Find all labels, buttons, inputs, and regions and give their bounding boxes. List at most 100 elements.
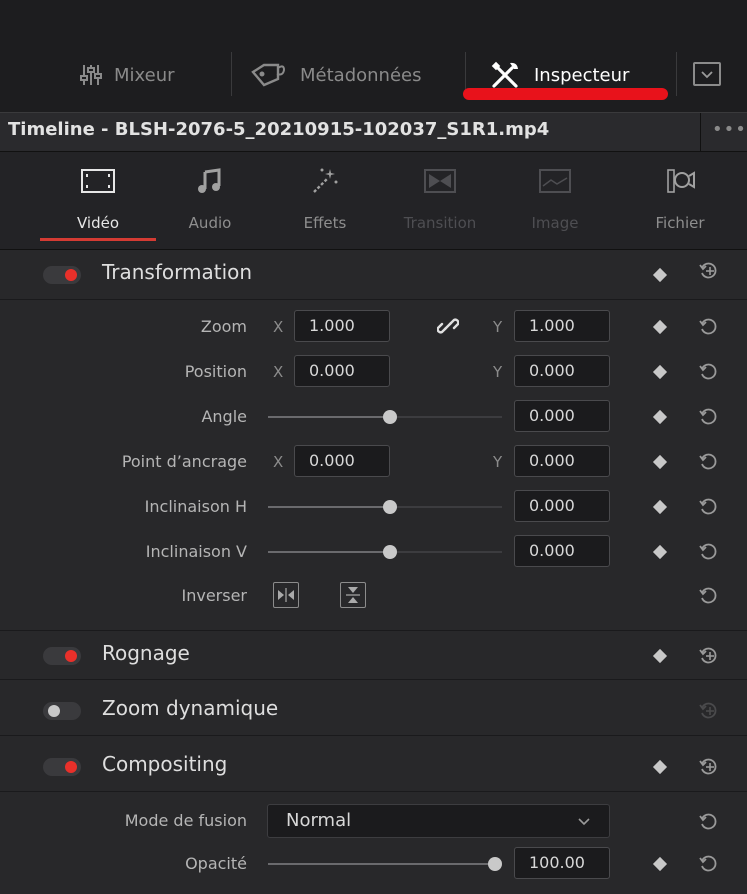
tab-separator: [231, 52, 232, 96]
timeline-title: Timeline - BLSH-2076-5_20210915-102037_S…: [8, 119, 550, 140]
reset-icon[interactable]: [698, 811, 718, 831]
keyframe-diamond-icon[interactable]: [652, 409, 668, 425]
music-note-icon: [197, 168, 223, 198]
subtab-video-label: Vidéo: [76, 214, 120, 232]
subtab-file[interactable]: Fichier: [630, 166, 730, 232]
reset-section-icon[interactable]: [698, 645, 718, 665]
transformation-toggle[interactable]: [43, 266, 81, 284]
anchor-y-field[interactable]: 0.000: [514, 445, 610, 477]
param-row-flip: Inverser: [0, 580, 747, 620]
slider-thumb[interactable]: [488, 857, 502, 871]
section-compositing-header[interactable]: Compositing: [0, 742, 747, 792]
dynamic-zoom-toggle[interactable]: [43, 702, 81, 720]
reset-icon[interactable]: [698, 451, 718, 471]
subtab-audio[interactable]: Audio: [160, 166, 260, 232]
subtab-effects-label: Effets: [303, 214, 347, 232]
param-label: Inclinaison V: [145, 542, 247, 561]
reset-icon[interactable]: [698, 406, 718, 426]
opacity-slider[interactable]: [268, 857, 502, 871]
tab-separator: [676, 52, 677, 96]
transition-icon: [424, 169, 456, 197]
slider-thumb[interactable]: [383, 500, 397, 514]
flip-vertical-button[interactable]: [340, 582, 366, 608]
position-y-field[interactable]: 0.000: [514, 355, 610, 387]
pitch-field[interactable]: 0.000: [514, 490, 610, 522]
param-label: Inverser: [181, 586, 247, 605]
axis-label-x: X: [273, 363, 284, 381]
subtab-transition-label: Transition: [403, 214, 477, 232]
reset-icon[interactable]: [698, 496, 718, 516]
cropping-toggle[interactable]: [43, 647, 81, 665]
param-row-angle: Angle 0.000: [0, 397, 747, 437]
param-label: Inclinaison H: [144, 497, 247, 516]
image-icon: [539, 169, 571, 197]
param-row-pitch: Inclinaison H 0.000: [0, 487, 747, 527]
slider-thumb[interactable]: [383, 410, 397, 424]
subtab-image: Image: [505, 166, 605, 232]
zoom-x-field[interactable]: 1.000: [294, 310, 390, 342]
param-label: Zoom: [200, 317, 247, 336]
keyframe-diamond-icon[interactable]: [652, 319, 668, 335]
position-x-field[interactable]: 0.000: [294, 355, 390, 387]
reset-icon[interactable]: [698, 541, 718, 561]
panel-options-button[interactable]: [693, 62, 721, 86]
keyframe-diamond-icon[interactable]: [652, 648, 668, 664]
section-title: Zoom dynamique: [102, 696, 279, 720]
reset-section-icon[interactable]: [698, 756, 718, 776]
keyframe-diamond-icon[interactable]: [652, 856, 668, 872]
yaw-slider[interactable]: [268, 545, 502, 559]
section-transformation-header[interactable]: Transformation: [0, 250, 747, 300]
reset-icon[interactable]: [698, 316, 718, 336]
slider-thumb[interactable]: [383, 545, 397, 559]
param-row-anchor-point: Point d’ancrage X 0.000 Y 0.000: [0, 442, 747, 482]
keyframe-diamond-icon[interactable]: [652, 759, 668, 775]
param-label: Opacité: [185, 854, 247, 873]
param-row-blend-mode: Mode de fusion Normal: [0, 801, 747, 841]
chevron-down-icon: [700, 65, 714, 84]
more-options-button[interactable]: •••: [712, 119, 747, 140]
subtab-effects[interactable]: Effets: [275, 166, 375, 232]
reset-icon[interactable]: [698, 361, 718, 381]
keyframe-diamond-icon[interactable]: [652, 267, 668, 283]
subtab-image-label: Image: [531, 214, 579, 232]
reset-section-icon[interactable]: [698, 260, 718, 280]
param-row-yaw: Inclinaison V 0.000: [0, 532, 747, 572]
axis-label-y: Y: [493, 363, 503, 381]
keyframe-diamond-icon[interactable]: [652, 544, 668, 560]
tab-mixer[interactable]: Mixeur: [80, 57, 175, 93]
section-title: Rognage: [102, 641, 190, 665]
opacity-field[interactable]: 100.00: [514, 847, 610, 879]
axis-label-y: Y: [493, 318, 503, 336]
reset-icon[interactable]: [698, 585, 718, 605]
param-label: Angle: [201, 407, 247, 426]
header-separator: [700, 113, 701, 153]
param-row-position: Position X 0.000 Y 0.000: [0, 352, 747, 392]
blend-mode-select[interactable]: Normal: [267, 804, 610, 838]
subtab-audio-label: Audio: [188, 214, 232, 232]
angle-field[interactable]: 0.000: [514, 400, 610, 432]
section-dynamic-zoom-header[interactable]: Zoom dynamique: [0, 686, 747, 736]
keyframe-diamond-icon[interactable]: [652, 454, 668, 470]
axis-label-y: Y: [493, 453, 503, 471]
keyframe-diamond-icon[interactable]: [652, 364, 668, 380]
param-row-opacity: Opacité 100.00: [0, 844, 747, 884]
section-title: Transformation: [102, 260, 253, 284]
metadata-tag-icon: [250, 62, 288, 88]
section-cropping-header[interactable]: Rognage: [0, 630, 747, 680]
zoom-y-field[interactable]: 1.000: [514, 310, 610, 342]
anchor-x-field[interactable]: 0.000: [294, 445, 390, 477]
yaw-field[interactable]: 0.000: [514, 535, 610, 567]
active-subtab-indicator: [40, 238, 156, 241]
link-chain-icon[interactable]: [436, 315, 460, 341]
subtab-video[interactable]: Vidéo: [48, 166, 148, 232]
param-row-zoom: Zoom X 1.000 Y 1.000: [0, 307, 747, 347]
pitch-slider[interactable]: [268, 500, 502, 514]
flip-horizontal-button[interactable]: [273, 582, 299, 608]
reset-icon[interactable]: [698, 853, 718, 873]
tab-metadata[interactable]: Métadonnées: [250, 57, 421, 93]
magic-wand-icon: [310, 166, 340, 200]
keyframe-diamond-icon[interactable]: [652, 499, 668, 515]
param-label: Point d’ancrage: [121, 452, 247, 471]
angle-slider[interactable]: [268, 410, 502, 424]
compositing-toggle[interactable]: [43, 758, 81, 776]
